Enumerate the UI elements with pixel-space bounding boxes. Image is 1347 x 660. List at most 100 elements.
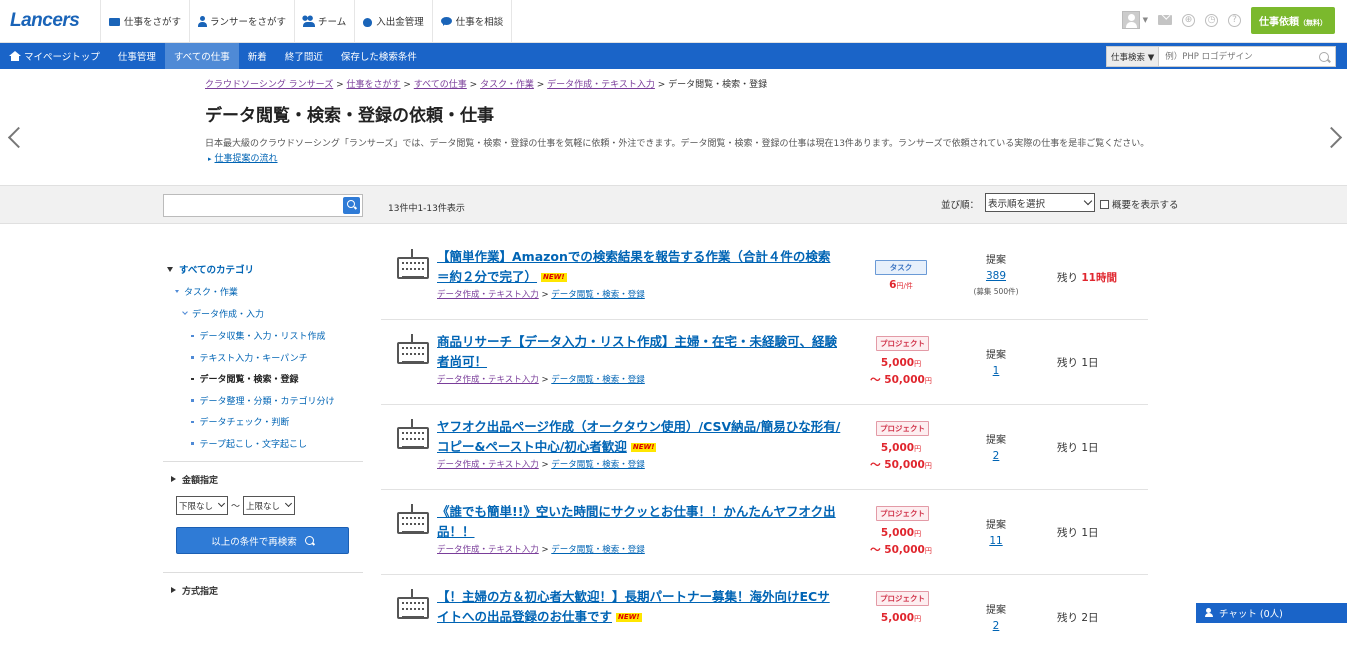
category-data-entry[interactable]: データ作成・入力	[163, 304, 363, 322]
job-price: 5,000円～ 50,000円	[851, 525, 951, 559]
category-link[interactable]: データ閲覧・検索・登録	[551, 460, 645, 470]
show-summary-checkbox[interactable]: 概要を表示する	[1100, 197, 1179, 211]
category-link[interactable]: データ閲覧・検索・登録	[551, 290, 645, 300]
avatar[interactable]	[1121, 11, 1140, 29]
price-value: ～ 50,000	[870, 459, 925, 471]
breadcrumb-link[interactable]: クラウドソーシング ランサーズ	[205, 80, 333, 90]
search-category-select[interactable]: 仕事検索 ▼	[1107, 47, 1160, 66]
checkbox[interactable]	[1100, 199, 1109, 209]
nav-payments[interactable]: 入出金管理	[354, 0, 432, 42]
job-title-link[interactable]: 《誰でも簡単!!》空いた時間にサクッとお仕事！！かんたんヤフオク出品！！	[437, 502, 841, 542]
search-icon[interactable]	[1319, 51, 1329, 62]
chat-bar[interactable]: チャット (0人)	[1196, 603, 1347, 623]
category-item[interactable]: テープ起こし・文字起こし	[163, 433, 363, 455]
next-arrow[interactable]	[1320, 125, 1343, 151]
category-task[interactable]: タスク・作業	[163, 282, 363, 300]
proposal-count: 提案 1	[961, 346, 1031, 377]
breadcrumb-link[interactable]: データ作成・テキスト入力	[547, 80, 655, 90]
job-title-link[interactable]: 【！主婦の方＆初心者大歓迎！】長期パートナー募集！海外向けECサイトへの出品登録…	[437, 587, 841, 627]
subnav-all-jobs[interactable]: すべての仕事	[164, 43, 239, 69]
category-link[interactable]: データ作成・テキスト入力	[437, 290, 539, 300]
proposal-count-link[interactable]: 11	[961, 535, 1031, 547]
lancers-logo[interactable]: Lancers	[10, 10, 80, 32]
mail-icon[interactable]	[1158, 15, 1172, 25]
globe-icon[interactable]: ⊕	[1182, 13, 1195, 27]
avatar-dropdown-icon[interactable]: ▼	[1143, 16, 1148, 24]
job-title-link[interactable]: ヤフオク出品ページ作成（オークタウン使用）/CSV納品/簡易ひな形有/コピー&ペ…	[437, 417, 841, 457]
triangle-down-icon	[175, 289, 179, 293]
nav-find-jobs[interactable]: 仕事をさがす	[100, 0, 189, 42]
new-badge: NEW!	[616, 613, 642, 622]
nav-team[interactable]: チーム	[294, 0, 354, 42]
job-search-input[interactable]	[1159, 47, 1319, 66]
top-nav: 仕事をさがす ランサーをさがす チーム 入出金管理 仕事を相談	[100, 0, 513, 42]
nav-find-lancers[interactable]: ランサーをさがす	[189, 0, 294, 42]
price-unit: 円	[914, 360, 922, 368]
job-row: 【！主婦の方＆初心者大歓迎！】長期パートナー募集！海外向けECサイトへの出品登録…	[381, 575, 1148, 660]
proposal-count-link[interactable]: 1	[961, 365, 1031, 377]
filter-heading: 方式指定	[182, 586, 219, 597]
subnav-ending-soon[interactable]: 終了間近	[276, 43, 332, 69]
category-link[interactable]: データ作成・テキスト入力	[437, 545, 539, 555]
result-count: 13件中1-13件表示	[388, 204, 465, 214]
prev-arrow[interactable]	[6, 125, 30, 151]
post-job-label: 仕事依頼	[1259, 16, 1299, 28]
category-all[interactable]: すべてのカテゴリ	[163, 260, 363, 278]
proposal-label: 提案	[986, 520, 1006, 531]
min-amount-select[interactable]: 下限なし	[176, 496, 229, 515]
max-amount-select[interactable]: 上限なし	[243, 496, 296, 515]
new-badge: NEW!	[541, 273, 567, 282]
category-link[interactable]: データ閲覧・検索・登録	[551, 545, 645, 555]
breadcrumb-link[interactable]: 仕事をさがす	[347, 80, 401, 90]
keyboard-icon	[411, 249, 415, 257]
chevron-down-icon	[182, 308, 188, 315]
category-item[interactable]: テキスト入力・キーパンチ	[163, 347, 363, 369]
proposal-count-link[interactable]: 2	[961, 450, 1031, 462]
category-label: データ整理・分類・カテゴリ分け	[199, 396, 335, 407]
sort-select[interactable]: 表示順を選択	[985, 193, 1095, 212]
sort-label: 並び順：	[941, 200, 980, 211]
price-unit: 円	[914, 615, 922, 623]
category-item[interactable]: データチェック・判断	[163, 411, 363, 433]
keyword-search-input[interactable]	[163, 194, 363, 217]
chevron-down-icon	[217, 499, 226, 508]
nav-consult[interactable]: 仕事を相談	[431, 0, 513, 42]
proposal-count-link[interactable]: 389	[961, 270, 1031, 282]
category-label: テープ起こし・文字起こし	[199, 439, 307, 450]
subnav-new[interactable]: 新着	[239, 43, 276, 69]
remaining-label: 残り	[1057, 612, 1078, 624]
new-badge: NEW!	[630, 443, 657, 452]
remaining-value: 2日	[1081, 612, 1099, 624]
job-title-link[interactable]: 商品リサーチ【データ入力・リスト作成】主婦・在宅・未経験可、経験者尚可！	[437, 332, 841, 372]
research-button[interactable]: 以上の条件で再検索	[176, 527, 349, 554]
job-categories: データ作成・テキスト入力 > データ閲覧・検索・登録	[437, 375, 645, 385]
keyword-search-button[interactable]	[343, 197, 360, 214]
job-categories: データ作成・テキスト入力 > データ閲覧・検索・登録	[437, 290, 645, 300]
post-job-button[interactable]: 仕事依頼（無料）	[1251, 6, 1335, 34]
post-job-sub: （無料）	[1299, 18, 1327, 27]
subnav-job-management[interactable]: 仕事管理	[109, 43, 165, 69]
breadcrumb-link[interactable]: タスク・作業	[480, 80, 534, 90]
category-link[interactable]: データ作成・テキスト入力	[437, 375, 539, 385]
amount-filter-toggle[interactable]: 金額指定	[163, 462, 363, 496]
breadcrumb-link[interactable]: すべての仕事	[414, 80, 467, 90]
filter-heading: 金額指定	[182, 475, 219, 486]
category-link[interactable]: データ作成・テキスト入力	[437, 460, 539, 470]
clock-icon[interactable]: ◷	[1205, 13, 1218, 27]
job-title-text: 商品リサーチ【データ入力・リスト作成】主婦・在宅・未経験可、経験者尚可！	[437, 334, 838, 369]
category-link[interactable]: データ閲覧・検索・登録	[551, 375, 645, 385]
subnav-mypage[interactable]: マイページトップ	[0, 43, 109, 69]
subnav-saved-searches[interactable]: 保存した検索条件	[332, 43, 426, 69]
proposal-flow-link[interactable]: 仕事提案の流れ	[215, 154, 278, 164]
price-unit: 円/件	[896, 282, 913, 290]
category-item[interactable]: データ整理・分類・カテゴリ分け	[163, 390, 363, 412]
remaining-value: 11時間	[1081, 272, 1117, 284]
help-icon[interactable]: ?	[1228, 13, 1241, 27]
breadcrumb-current: データ閲覧・検索・登録	[668, 80, 768, 90]
method-filter-toggle[interactable]: 方式指定	[163, 573, 363, 607]
proposal-count-link[interactable]: 2	[961, 620, 1031, 632]
category-sidebar: すべてのカテゴリ タスク・作業 データ作成・入力 データ収集・入力・リスト作成 …	[163, 260, 363, 607]
job-title-link[interactable]: 【簡単作業】Amazonでの検索結果を報告する作業（合計４件の検索＝約２分で完了…	[437, 247, 841, 287]
category-item[interactable]: データ収集・入力・リスト作成	[163, 325, 363, 347]
price-unit: 円	[924, 377, 932, 385]
